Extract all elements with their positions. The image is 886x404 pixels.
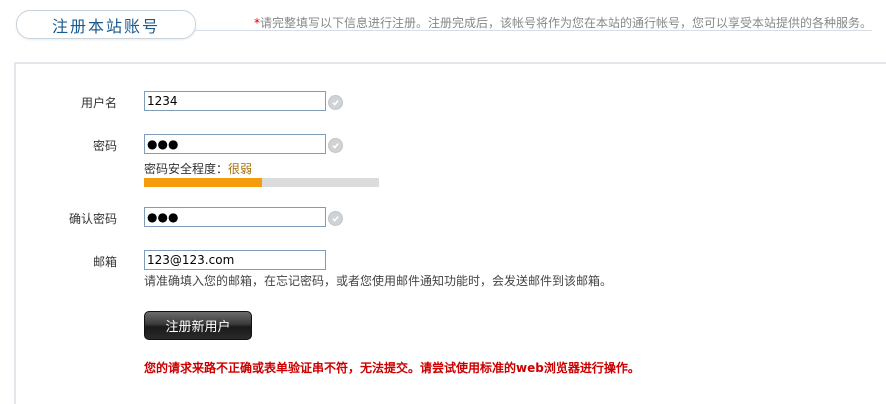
strength-label: 密码安全程度： <box>144 162 229 176</box>
register-button[interactable]: 注册新用户 <box>144 311 252 340</box>
check-circle-icon <box>328 138 343 153</box>
username-label: 用户名 <box>80 96 117 110</box>
form-panel <box>14 62 886 404</box>
page-title: 注册本站账号 <box>51 16 160 36</box>
error-message: 您的请求来路不正确或表单验证串不符，无法提交。请尝试使用标准的web浏览器进行操… <box>144 361 640 375</box>
password-strength-fill <box>144 178 262 187</box>
confirm-password-input[interactable] <box>144 207 326 227</box>
password-label: 密码 <box>92 139 117 153</box>
confirm-password-label: 确认密码 <box>68 212 117 226</box>
password-strength-text: 密码安全程度：很弱 <box>144 160 252 177</box>
check-circle-icon <box>328 211 343 226</box>
page-title-tab: 注册本站账号 <box>16 10 196 39</box>
email-hint: 请准确填入您的邮箱，在忘记密码，或者您使用邮件通知功能时，会发送邮件到该邮箱。 <box>144 274 613 288</box>
strength-level: 很弱 <box>228 162 253 176</box>
email-input[interactable] <box>144 250 326 270</box>
username-input[interactable] <box>144 91 326 111</box>
password-strength-meter <box>144 178 379 187</box>
email-label: 邮箱 <box>92 255 117 269</box>
notice-text: 请完整填写以下信息进行注册。注册完成后，该帐号将作为您在本站的通行帐号，您可以享… <box>260 16 873 30</box>
registration-notice: *请完整填写以下信息进行注册。注册完成后，该帐号将作为您在本站的通行帐号，您可以… <box>254 14 872 31</box>
check-circle-icon <box>328 95 343 110</box>
password-input[interactable] <box>144 134 326 154</box>
